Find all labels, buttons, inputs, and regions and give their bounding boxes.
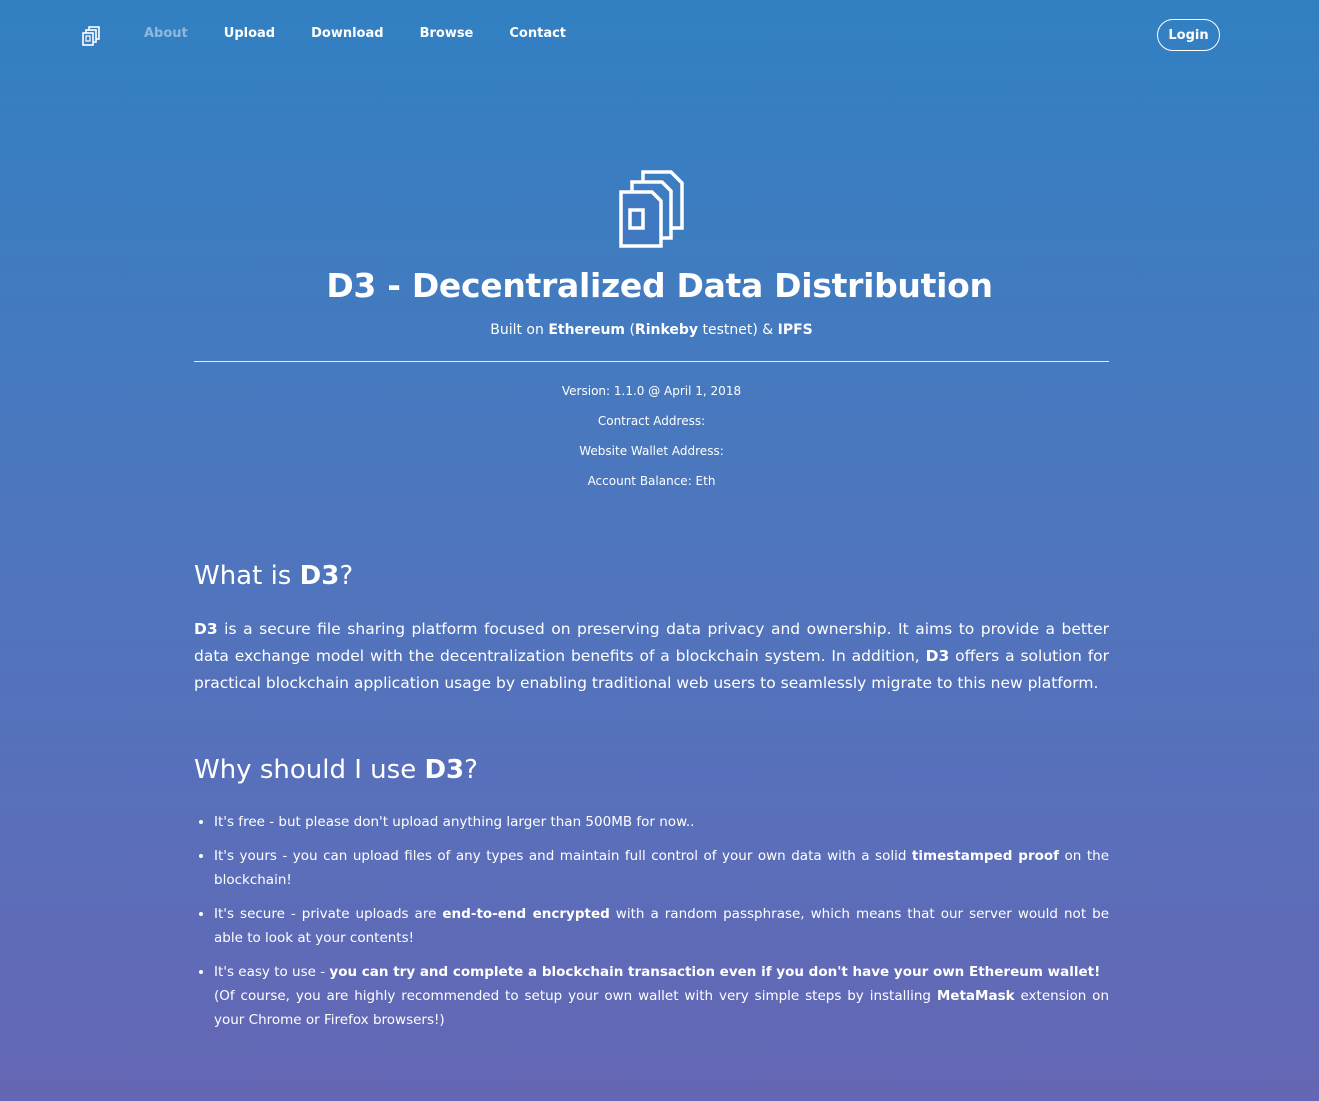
nav-link-browse[interactable]: Browse [420, 26, 474, 41]
why-heading-prefix: Why should I use [194, 755, 425, 785]
nav-link-about[interactable]: About [144, 26, 188, 41]
list-item: It's easy to use - you can try and compl… [214, 960, 1109, 1032]
subtitle-ipfs: IPFS [777, 322, 813, 338]
navbar: About Upload Download Browse Contact Log… [0, 0, 1319, 70]
list-item-text: It's yours - you can upload files of any… [214, 848, 912, 864]
nav-link-download[interactable]: Download [311, 26, 383, 41]
list-item-text: (Of course, you are highly recommended t… [214, 988, 937, 1004]
subtitle-prefix: Built on [490, 322, 549, 338]
subtitle-paren: ( [625, 322, 635, 338]
nav-links: About Upload Download Browse Contact [144, 26, 566, 41]
divider [194, 361, 1109, 362]
why-heading: Why should I use D3? [194, 755, 478, 785]
what-heading-suffix: ? [339, 561, 354, 591]
what-heading-bold: D3 [299, 561, 340, 591]
files-stack-icon [619, 170, 685, 248]
list-item-text: It's free - but please don't upload anyt… [214, 814, 695, 830]
page-title: D3 - Decentralized Data Distribution [326, 266, 993, 305]
contract-address-text: Contract Address: [597, 414, 706, 428]
list-item-text: It's secure - private uploads are [214, 906, 443, 922]
list-item-text: It's easy to use - [214, 964, 330, 980]
about-bold-d3: D3 [194, 620, 218, 638]
version-text: Version: 1.1.0 @ April 1, 2018 [561, 384, 742, 398]
list-item: It's free - but please don't upload anyt… [214, 810, 1109, 834]
why-heading-suffix: ? [464, 755, 478, 785]
list-item-bold: you can try and complete a blockchain tr… [329, 964, 1101, 980]
what-heading-prefix: What is [194, 561, 300, 591]
why-list: It's free - but please don't upload anyt… [194, 810, 1109, 1042]
subtitle-rinkeby: Rinkeby [634, 322, 699, 338]
nav-link-upload[interactable]: Upload [224, 26, 275, 41]
page-subtitle: Built on Ethereum (Rinkeby testnet) & IP… [0, 322, 1303, 338]
account-balance-text: Account Balance: Eth [587, 474, 716, 488]
list-item-bold: timestamped proof [911, 848, 1060, 864]
list-item: It's secure - private uploads are end-to… [214, 902, 1109, 950]
list-item: It's yours - you can upload files of any… [214, 844, 1109, 892]
about-paragraph: D3 is a secure file sharing platform foc… [194, 616, 1109, 697]
login-button[interactable]: Login [1157, 19, 1220, 51]
nav-link-contact[interactable]: Contact [509, 26, 566, 41]
what-heading: What is D3? [194, 561, 353, 591]
subtitle-ethereum: Ethereum [548, 322, 625, 338]
why-heading-bold: D3 [424, 755, 465, 785]
subtitle-testnet: testnet) & [698, 322, 778, 338]
files-stack-icon[interactable] [82, 26, 102, 46]
wallet-address-text: Website Wallet Address: [579, 444, 724, 458]
metamask-bold: MetaMask [936, 988, 1015, 1004]
list-item-bold: end-to-end encrypted [442, 906, 610, 922]
about-bold-d3-2: D3 [925, 647, 950, 665]
